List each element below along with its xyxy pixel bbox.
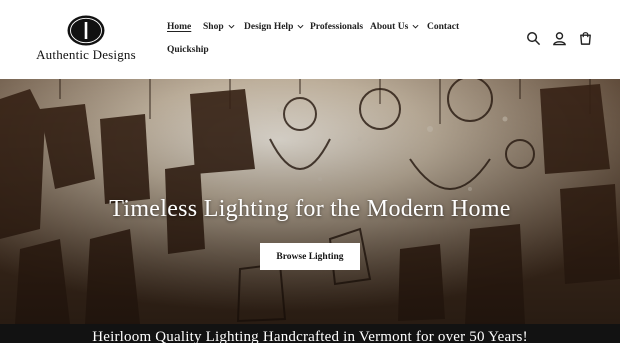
browse-lighting-button[interactable]: Browse Lighting — [260, 243, 360, 270]
logo-emblem-icon — [67, 15, 105, 46]
cart-icon[interactable] — [578, 31, 593, 46]
nav-professionals[interactable]: Professionals — [310, 22, 363, 32]
announcement-banner: Heirloom Quality Lighting Handcrafted in… — [0, 324, 620, 343]
site-header: Authentic Designs Home Shop Design Help … — [0, 0, 620, 79]
nav-shop-label: Shop — [203, 22, 224, 32]
nav-quickship[interactable]: Quickship — [167, 45, 209, 55]
hero-title: Timeless Lighting for the Modern Home — [109, 196, 511, 222]
nav-about-us-label: About Us — [370, 22, 409, 32]
search-icon[interactable] — [526, 31, 541, 46]
chevron-down-icon — [297, 25, 304, 29]
nav-home[interactable]: Home — [167, 22, 191, 32]
nav-about-us[interactable]: About Us — [370, 22, 419, 32]
chevron-down-icon — [228, 25, 235, 29]
nav-shop[interactable]: Shop — [203, 22, 235, 32]
announcement-text: Heirloom Quality Lighting Handcrafted in… — [92, 329, 528, 343]
nav-design-help-label: Design Help — [244, 22, 294, 32]
brand-name: Authentic Designs — [36, 47, 136, 62]
nav-design-help[interactable]: Design Help — [244, 22, 304, 32]
account-icon[interactable] — [552, 31, 567, 46]
nav-contact[interactable]: Contact — [427, 22, 459, 32]
chevron-down-icon — [412, 25, 419, 29]
brand-logo[interactable]: Authentic Designs — [29, 14, 143, 64]
hero-banner: Timeless Lighting for the Modern Home Br… — [0, 79, 620, 324]
